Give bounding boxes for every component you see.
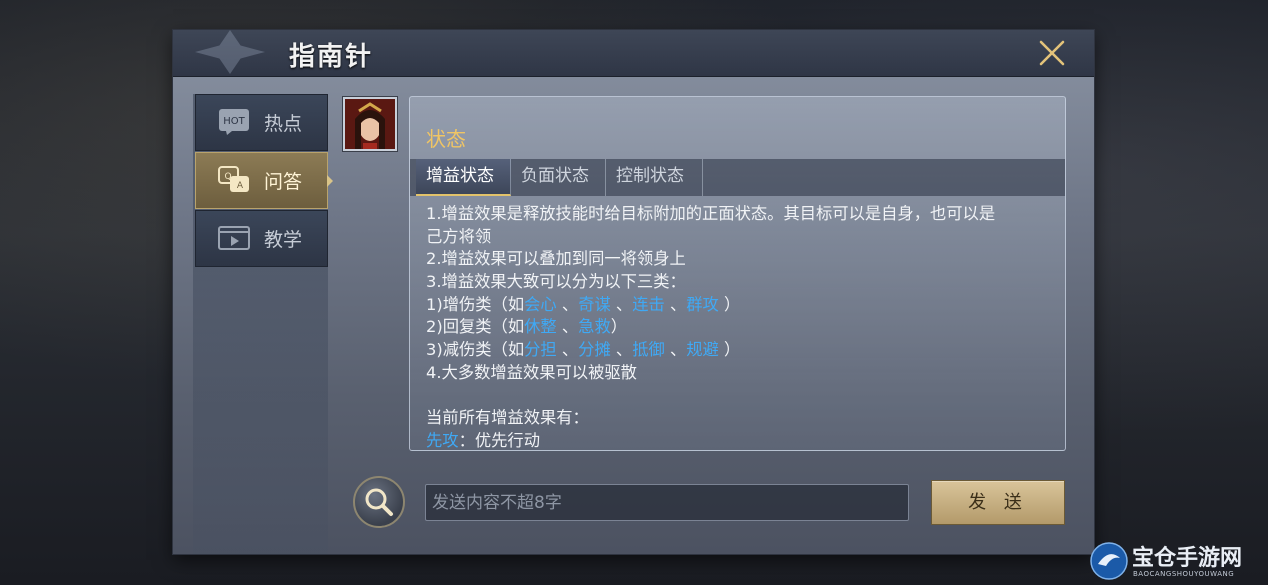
- status-keyword-link[interactable]: 急救: [578, 317, 611, 336]
- status-keyword-link[interactable]: 奇谋: [578, 295, 611, 314]
- sidebar-item-qa[interactable]: Q A 问答: [195, 152, 333, 209]
- description-text: 、: [556, 340, 579, 360]
- emblem-icon: [195, 30, 265, 74]
- qa-icon: Q A: [218, 166, 249, 192]
- description-line: 1.增益效果是释放技能时给目标附加的正面状态。其目标可以是自身，也可以是: [426, 203, 1056, 226]
- search-button[interactable]: [353, 476, 405, 528]
- watermark-logo-icon: [1090, 542, 1128, 580]
- description-text: 、: [664, 340, 687, 360]
- description-text: 2.增益效果可以叠加到同一将领身上: [426, 249, 686, 269]
- description-text: 1.增益效果是释放技能时给目标附加的正面状态。其目标可以是自身，也可以是: [426, 204, 996, 223]
- status-keyword-link[interactable]: 规避: [686, 340, 719, 359]
- description-text: 己方将领: [426, 226, 492, 246]
- description-text: 3)减伤类（如: [426, 340, 525, 360]
- tab-debuff[interactable]: 负面状态: [511, 159, 606, 196]
- avatar: [343, 97, 397, 151]
- status-keyword-link[interactable]: 分摊: [578, 340, 611, 359]
- portrait-icon: [345, 99, 395, 149]
- active-indicator: [327, 175, 333, 187]
- sidebar-item-hot[interactable]: HOT 热点: [195, 94, 328, 151]
- status-keyword-link[interactable]: 先攻: [426, 431, 459, 448]
- description-text: 、: [610, 340, 633, 360]
- svg-text:Q: Q: [224, 172, 231, 182]
- video-icon: [218, 226, 250, 250]
- description-text: ：优先行动: [458, 430, 540, 448]
- compass-dialog: 指南针 HOT 热点 Q A 问答 教学 状态 增益状态 负面状态 控制状态 1…: [173, 30, 1094, 554]
- section-heading: 状态: [426, 127, 466, 151]
- description-line: 先攻：优先行动: [426, 430, 1056, 448]
- description-line: 己方将领: [426, 226, 1056, 249]
- dialog-titlebar: 指南针: [173, 30, 1094, 77]
- description-text: ）: [718, 294, 741, 314]
- status-keyword-link[interactable]: 抵御: [632, 340, 665, 359]
- description-text: 、: [556, 294, 579, 314]
- description-text: 、: [610, 294, 633, 314]
- send-button[interactable]: 发 送: [931, 480, 1065, 525]
- watermark-text: 宝仓手游网: [1132, 545, 1243, 571]
- status-tabbar: 增益状态 负面状态 控制状态: [410, 159, 1065, 196]
- sidebar-item-label: 热点: [264, 113, 303, 135]
- description-text: 3.增益效果大致可以分为以下三类：: [426, 272, 686, 292]
- status-keyword-link[interactable]: 连击: [632, 295, 665, 314]
- description-text: 1)增伤类（如: [426, 294, 525, 314]
- description-line: [426, 385, 1056, 408]
- description-text: 4.大多数增益效果可以被驱散: [426, 362, 637, 382]
- content-panel: 状态 增益状态 负面状态 控制状态 1.增益效果是释放技能时给目标附加的正面状态…: [409, 96, 1066, 451]
- description-text: 、: [664, 294, 687, 314]
- close-icon[interactable]: [1037, 38, 1067, 68]
- description-line: 2)回复类（如休整 、急救）: [426, 316, 1056, 339]
- status-keyword-link[interactable]: 群攻: [686, 295, 719, 314]
- description-line: 2.增益效果可以叠加到同一将领身上: [426, 248, 1056, 271]
- status-keyword-link[interactable]: 会心: [524, 295, 557, 314]
- tab-control[interactable]: 控制状态: [606, 159, 703, 196]
- status-keyword-link[interactable]: 分担: [524, 340, 557, 359]
- description-text: 2)回复类（如: [426, 317, 525, 337]
- sidebar-item-label: 问答: [264, 171, 303, 193]
- sidebar-item-tutorial[interactable]: 教学: [195, 210, 328, 267]
- description-line: 3.增益效果大致可以分为以下三类：: [426, 271, 1056, 294]
- hot-icon: HOT: [219, 109, 249, 135]
- description-line: 4.大多数增益效果可以被驱散: [426, 362, 1056, 385]
- buff-description: 1.增益效果是释放技能时给目标附加的正面状态。其目标可以是自身，也可以是 己方将领…: [426, 203, 1056, 448]
- description-line: 当前所有增益效果有：: [426, 407, 1056, 430]
- status-keyword-link[interactable]: 休整: [524, 317, 557, 336]
- description-line: 1)增伤类（如会心 、奇谋 、连击 、群攻 ）: [426, 294, 1056, 317]
- svg-text:HOT: HOT: [223, 116, 245, 127]
- description-text: 当前所有增益效果有：: [426, 408, 589, 428]
- svg-text:A: A: [237, 181, 244, 191]
- site-watermark: 宝仓手游网 BAOCANGSHOUYOUWANG: [1090, 540, 1265, 584]
- chat-input[interactable]: [425, 484, 909, 521]
- search-icon: [365, 488, 393, 516]
- sidebar-item-label: 教学: [264, 229, 303, 251]
- watermark-subtext: BAOCANGSHOUYOUWANG: [1133, 570, 1235, 578]
- description-line: 3)减伤类（如分担 、分摊 、抵御 、规避 ）: [426, 339, 1056, 362]
- dialog-title: 指南针: [289, 42, 374, 72]
- description-text: ）: [718, 340, 741, 360]
- tab-buff[interactable]: 增益状态: [416, 159, 511, 196]
- description-text: 、: [556, 317, 579, 337]
- description-text: ）: [610, 317, 628, 337]
- category-sidebar: HOT 热点 Q A 问答 教学: [193, 94, 333, 554]
